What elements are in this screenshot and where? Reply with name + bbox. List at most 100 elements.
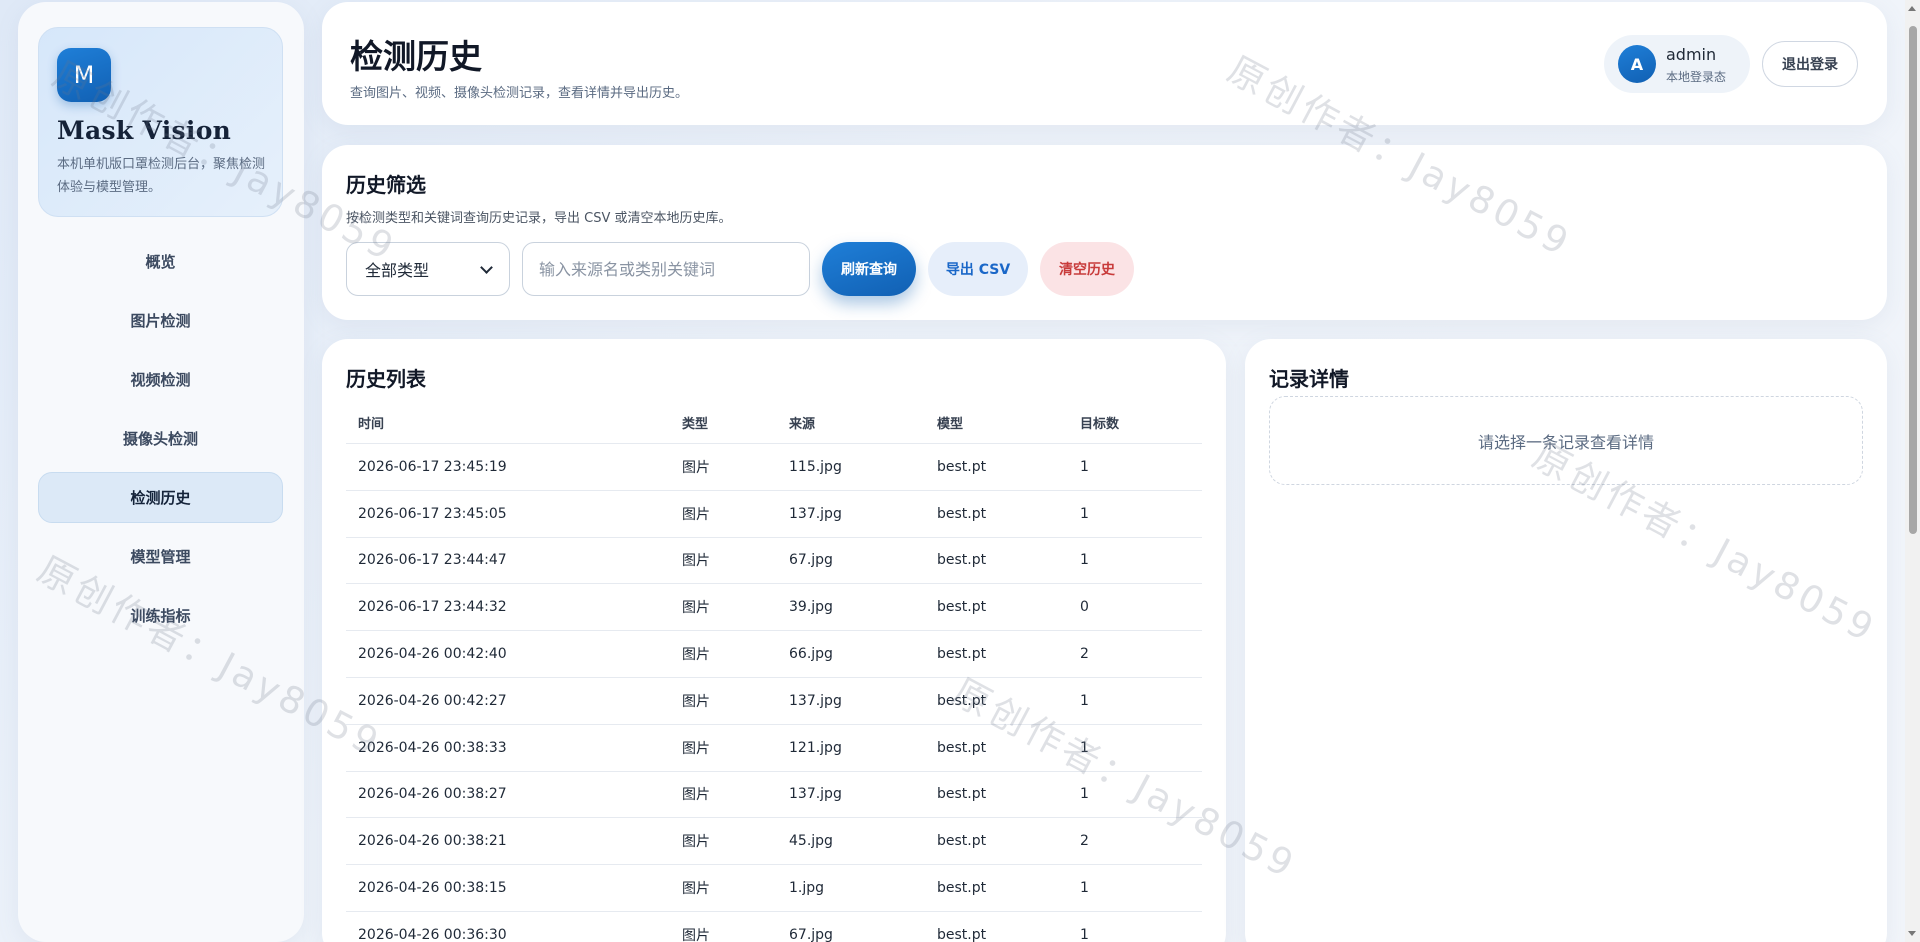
record-detail-card: 记录详情 请选择一条记录查看详情 — [1245, 339, 1887, 942]
scroll-down-icon[interactable] — [1908, 931, 1916, 936]
cell-source: 121.jpg — [789, 739, 842, 756]
scroll-up-icon[interactable] — [1908, 6, 1916, 11]
cell-type: 图片 — [682, 506, 710, 523]
page-title: 检测历史 — [350, 37, 482, 76]
column-header-source: 来源 — [789, 416, 816, 432]
cell-target-count: 1 — [1080, 880, 1089, 897]
cell-time: 2026-04-26 00:36:30 — [358, 926, 507, 942]
filter-subtitle: 按检测类型和关键词查询历史记录，导出 CSV 或清空本地历史库。 — [346, 211, 732, 226]
cell-source: 1.jpg — [789, 880, 825, 897]
history-list-title: 历史列表 — [346, 367, 426, 391]
cell-time: 2026-06-17 23:45:19 — [358, 458, 507, 475]
table-row[interactable]: 2026-06-17 23:44:32 图片 39.jpg best.pt 0 — [346, 584, 1202, 632]
cell-type: 图片 — [682, 927, 710, 942]
cell-time: 2026-04-26 00:42:27 — [358, 692, 507, 709]
scrollbar-thumb[interactable] — [1909, 26, 1917, 534]
chevron-down-icon — [480, 260, 493, 274]
cell-target-count: 1 — [1080, 786, 1089, 803]
cell-type: 图片 — [682, 647, 710, 664]
cell-type: 图片 — [682, 881, 710, 898]
user-chip: A admin 本地登录态 — [1604, 35, 1750, 93]
export-csv-button[interactable]: 导出 CSV — [928, 242, 1028, 296]
column-header-type: 类型 — [682, 416, 709, 432]
page-scrollbar[interactable] — [1905, 0, 1920, 942]
cell-source: 137.jpg — [789, 786, 842, 803]
column-header-model: 模型 — [937, 416, 964, 432]
sidebar-item-training-metrics[interactable]: 训练指标 — [38, 590, 283, 641]
sidebar-item-image-detection[interactable]: 图片检测 — [38, 295, 283, 346]
cell-time: 2026-04-26 00:38:15 — [358, 880, 507, 897]
brand-logo: M — [57, 48, 111, 102]
user-status: 本地登录态 — [1666, 70, 1727, 84]
cell-type: 图片 — [682, 740, 710, 757]
cell-target-count: 1 — [1080, 458, 1089, 475]
cell-type: 图片 — [682, 553, 710, 570]
column-header-target-count: 目标数 — [1080, 416, 1120, 432]
cell-type: 图片 — [682, 600, 710, 617]
cell-model: best.pt — [937, 739, 987, 756]
page-subtitle: 查询图片、视频、摄像头检测记录，查看详情并导出历史。 — [350, 86, 689, 101]
cell-time: 2026-04-26 00:38:33 — [358, 739, 507, 756]
cell-target-count: 1 — [1080, 926, 1089, 942]
cell-target-count: 0 — [1080, 599, 1089, 616]
cell-target-count: 1 — [1080, 692, 1089, 709]
cell-type: 图片 — [682, 459, 710, 476]
column-header-time: 时间 — [358, 416, 385, 432]
brand-card: M Mask Vision 本机单机版口罩检测后台，聚焦检测体验与模型管理。 — [38, 27, 283, 217]
sidebar-item-detection-history[interactable]: 检测历史 — [38, 472, 283, 523]
cell-source: 39.jpg — [789, 599, 833, 616]
cell-source: 45.jpg — [789, 833, 833, 850]
cell-source: 137.jpg — [789, 505, 842, 522]
table-row[interactable]: 2026-04-26 00:42:27 图片 137.jpg best.pt 1 — [346, 678, 1202, 725]
sidebar-item-camera-detection[interactable]: 摄像头检测 — [38, 413, 283, 464]
cell-type: 图片 — [682, 693, 710, 710]
sidebar-item-video-detection[interactable]: 视频检测 — [38, 354, 283, 405]
table-row[interactable]: 2026-04-26 00:38:21 图片 45.jpg best.pt 2 — [346, 818, 1202, 866]
type-select-value: 全部类型 — [365, 261, 430, 280]
cell-source: 115.jpg — [789, 458, 842, 475]
cell-target-count: 2 — [1080, 833, 1089, 850]
cell-model: best.pt — [937, 552, 987, 569]
table-row[interactable]: 2026-04-26 00:42:40 图片 66.jpg best.pt 2 — [346, 631, 1202, 678]
brand-description: 本机单机版口罩检测后台，聚焦检测体验与模型管理。 — [57, 157, 266, 195]
table-row[interactable]: 2026-04-26 00:38:27 图片 137.jpg best.pt 1 — [346, 772, 1202, 819]
cell-model: best.pt — [937, 692, 987, 709]
filter-title: 历史筛选 — [346, 173, 426, 197]
table-row[interactable]: 2026-04-26 00:38:33 图片 121.jpg best.pt 1 — [346, 725, 1202, 772]
sidebar: M Mask Vision 本机单机版口罩检测后台，聚焦检测体验与模型管理。 概… — [18, 2, 304, 942]
sidebar-item-model-management[interactable]: 模型管理 — [38, 531, 283, 582]
cell-time: 2026-04-26 00:38:27 — [358, 786, 507, 803]
clear-history-button[interactable]: 清空历史 — [1040, 242, 1134, 296]
cell-target-count: 2 — [1080, 646, 1089, 663]
sidebar-nav: 概览 图片检测 视频检测 摄像头检测 检测历史 模型管理 训练指标 — [38, 236, 283, 649]
cell-model: best.pt — [937, 458, 987, 475]
cell-type: 图片 — [682, 834, 710, 851]
table-row[interactable]: 2026-04-26 00:36:30 图片 67.jpg best.pt 1 — [346, 912, 1202, 942]
cell-source: 67.jpg — [789, 552, 833, 569]
cell-target-count: 1 — [1080, 505, 1089, 522]
cell-source: 66.jpg — [789, 646, 833, 663]
table-header: 时间 类型 来源 模型 目标数 — [346, 401, 1202, 444]
app-root: M Mask Vision 本机单机版口罩检测后台，聚焦检测体验与模型管理。 概… — [0, 0, 1920, 942]
brand-title: Mask Vision — [57, 116, 232, 145]
user-name: admin — [1666, 45, 1717, 64]
cell-model: best.pt — [937, 880, 987, 897]
refresh-button[interactable]: 刷新查询 — [822, 242, 916, 296]
sidebar-item-overview[interactable]: 概览 — [38, 236, 283, 287]
record-detail-title: 记录详情 — [1269, 367, 1349, 391]
table-row[interactable]: 2026-06-17 23:45:05 图片 137.jpg best.pt 1 — [346, 491, 1202, 538]
cell-time: 2026-06-17 23:45:05 — [358, 505, 507, 522]
cell-time: 2026-06-17 23:44:47 — [358, 552, 507, 569]
page-header: 检测历史 查询图片、视频、摄像头检测记录，查看详情并导出历史。 A admin … — [322, 2, 1887, 125]
record-detail-empty-state: 请选择一条记录查看详情 — [1269, 396, 1863, 485]
keyword-input[interactable] — [522, 242, 810, 296]
history-list-card: 历史列表 时间 类型 来源 模型 目标数 2026-06-17 23:45:19… — [322, 339, 1226, 942]
type-select[interactable]: 全部类型 — [346, 242, 510, 296]
cell-model: best.pt — [937, 505, 987, 522]
table-row[interactable]: 2026-06-17 23:44:47 图片 67.jpg best.pt 1 — [346, 538, 1202, 585]
table-row[interactable]: 2026-04-26 00:38:15 图片 1.jpg best.pt 1 — [346, 865, 1202, 912]
cell-time: 2026-04-26 00:38:21 — [358, 833, 507, 850]
avatar: A — [1618, 45, 1656, 83]
table-row[interactable]: 2026-06-17 23:45:19 图片 115.jpg best.pt 1 — [346, 444, 1202, 491]
logout-button[interactable]: 退出登录 — [1762, 41, 1858, 87]
